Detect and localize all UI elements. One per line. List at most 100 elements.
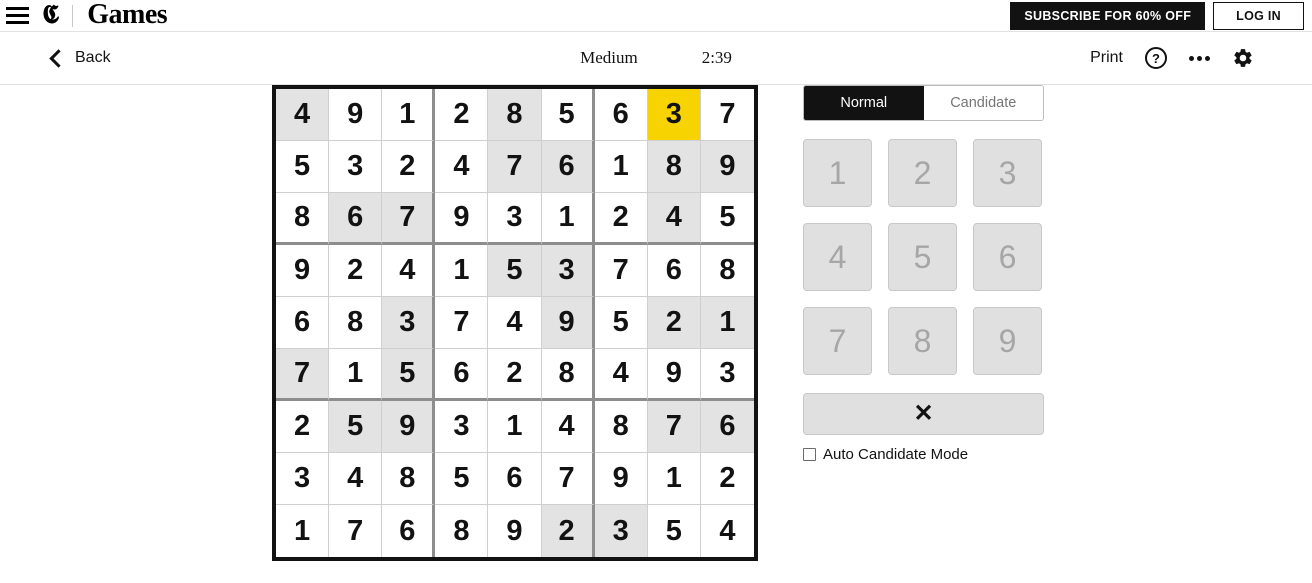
sudoku-cell-r6c3[interactable]: 5 <box>382 349 436 401</box>
sudoku-cell-r8c2[interactable]: 4 <box>329 453 383 505</box>
number-button-7[interactable]: 7 <box>803 307 872 375</box>
sudoku-cell-r5c6[interactable]: 9 <box>541 297 595 349</box>
sudoku-cell-r5c3[interactable]: 3 <box>382 297 436 349</box>
auto-candidate-checkbox[interactable] <box>803 448 816 461</box>
sudoku-cell-r8c5[interactable]: 6 <box>488 453 542 505</box>
sudoku-cell-r3c4[interactable]: 9 <box>435 193 489 245</box>
print-button[interactable]: Print <box>1090 49 1123 67</box>
sudoku-board[interactable]: 4912856375324761898679312459241537686837… <box>272 85 758 561</box>
sudoku-cell-r7c1[interactable]: 2 <box>276 401 330 453</box>
sudoku-cell-r1c9[interactable]: 7 <box>700 89 754 141</box>
sudoku-cell-r1c2[interactable]: 9 <box>329 89 383 141</box>
mode-normal-button[interactable]: Normal <box>804 86 924 120</box>
help-icon[interactable]: ? <box>1145 47 1167 69</box>
sudoku-cell-r4c5[interactable]: 5 <box>488 245 542 297</box>
sudoku-cell-r9c1[interactable]: 1 <box>276 505 330 557</box>
sudoku-cell-r8c6[interactable]: 7 <box>541 453 595 505</box>
sudoku-cell-r8c8[interactable]: 1 <box>647 453 701 505</box>
number-button-8[interactable]: 8 <box>888 307 957 375</box>
sudoku-cell-r4c7[interactable]: 7 <box>594 245 648 297</box>
sudoku-cell-r3c5[interactable]: 3 <box>488 193 542 245</box>
number-button-6[interactable]: 6 <box>973 223 1042 291</box>
sudoku-cell-r7c9[interactable]: 6 <box>700 401 754 453</box>
sudoku-cell-r3c6[interactable]: 1 <box>541 193 595 245</box>
sudoku-cell-r8c4[interactable]: 5 <box>435 453 489 505</box>
sudoku-cell-r5c5[interactable]: 4 <box>488 297 542 349</box>
sudoku-cell-r2c6[interactable]: 6 <box>541 141 595 193</box>
login-button[interactable]: LOG IN <box>1213 2 1304 30</box>
sudoku-cell-r9c9[interactable]: 4 <box>700 505 754 557</box>
sudoku-cell-r5c2[interactable]: 8 <box>329 297 383 349</box>
sudoku-cell-r2c4[interactable]: 4 <box>435 141 489 193</box>
sudoku-cell-r1c7[interactable]: 6 <box>594 89 648 141</box>
sudoku-cell-r1c6[interactable]: 5 <box>541 89 595 141</box>
sudoku-cell-r6c2[interactable]: 1 <box>329 349 383 401</box>
sudoku-cell-r7c3[interactable]: 9 <box>382 401 436 453</box>
sudoku-cell-r9c7[interactable]: 3 <box>594 505 648 557</box>
mode-toggle-group[interactable]: Normal Candidate <box>803 85 1044 121</box>
sudoku-cell-r1c4[interactable]: 2 <box>435 89 489 141</box>
mode-candidate-button[interactable]: Candidate <box>923 86 1043 120</box>
erase-button[interactable]: ✕ <box>803 393 1044 435</box>
sudoku-cell-r7c6[interactable]: 4 <box>541 401 595 453</box>
number-button-2[interactable]: 2 <box>888 139 957 207</box>
sudoku-cell-r7c5[interactable]: 1 <box>488 401 542 453</box>
sudoku-cell-r2c7[interactable]: 1 <box>594 141 648 193</box>
sudoku-cell-r1c1[interactable]: 4 <box>276 89 330 141</box>
sudoku-cell-r6c8[interactable]: 9 <box>647 349 701 401</box>
number-button-9[interactable]: 9 <box>973 307 1042 375</box>
sudoku-cell-r7c8[interactable]: 7 <box>647 401 701 453</box>
sudoku-cell-r9c2[interactable]: 7 <box>329 505 383 557</box>
sudoku-cell-r3c3[interactable]: 7 <box>382 193 436 245</box>
number-pad[interactable]: 123 456 789 <box>803 139 1044 375</box>
sudoku-cell-r1c8[interactable]: 3 <box>647 89 701 141</box>
sudoku-cell-r2c5[interactable]: 7 <box>488 141 542 193</box>
sudoku-cell-r9c3[interactable]: 6 <box>382 505 436 557</box>
number-button-1[interactable]: 1 <box>803 139 872 207</box>
sudoku-cell-r3c1[interactable]: 8 <box>276 193 330 245</box>
sudoku-cell-r9c5[interactable]: 9 <box>488 505 542 557</box>
sudoku-cell-r5c9[interactable]: 1 <box>700 297 754 349</box>
sudoku-cell-r7c7[interactable]: 8 <box>594 401 648 453</box>
more-options-icon[interactable] <box>1189 47 1210 69</box>
sudoku-cell-r4c4[interactable]: 1 <box>435 245 489 297</box>
sudoku-cell-r4c1[interactable]: 9 <box>276 245 330 297</box>
sudoku-cell-r5c4[interactable]: 7 <box>435 297 489 349</box>
subscribe-button[interactable]: SUBSCRIBE FOR 60% OFF <box>1010 2 1206 30</box>
sudoku-cell-r6c6[interactable]: 8 <box>541 349 595 401</box>
games-wordmark[interactable]: Games <box>87 0 167 29</box>
sudoku-cell-r2c3[interactable]: 2 <box>382 141 436 193</box>
sudoku-cell-r8c9[interactable]: 2 <box>700 453 754 505</box>
sudoku-cell-r2c9[interactable]: 9 <box>700 141 754 193</box>
sudoku-cell-r6c4[interactable]: 6 <box>435 349 489 401</box>
auto-candidate-row[interactable]: Auto Candidate Mode <box>803 446 1044 463</box>
sudoku-cell-r3c9[interactable]: 5 <box>700 193 754 245</box>
sudoku-cell-r9c6[interactable]: 2 <box>541 505 595 557</box>
sudoku-cell-r4c3[interactable]: 4 <box>382 245 436 297</box>
sudoku-cell-r6c7[interactable]: 4 <box>594 349 648 401</box>
sudoku-cell-r8c1[interactable]: 3 <box>276 453 330 505</box>
sudoku-cell-r4c2[interactable]: 2 <box>329 245 383 297</box>
sudoku-cell-r1c3[interactable]: 1 <box>382 89 436 141</box>
sudoku-cell-r6c5[interactable]: 2 <box>488 349 542 401</box>
sudoku-cell-r2c2[interactable]: 3 <box>329 141 383 193</box>
sudoku-cell-r2c8[interactable]: 8 <box>647 141 701 193</box>
nyt-t-logo-icon[interactable]: 𝕮 <box>42 1 59 28</box>
sudoku-cell-r5c7[interactable]: 5 <box>594 297 648 349</box>
sudoku-cell-r4c8[interactable]: 6 <box>647 245 701 297</box>
sudoku-cell-r6c9[interactable]: 3 <box>700 349 754 401</box>
sudoku-cell-r5c8[interactable]: 2 <box>647 297 701 349</box>
sudoku-cell-r5c1[interactable]: 6 <box>276 297 330 349</box>
number-button-3[interactable]: 3 <box>973 139 1042 207</box>
hamburger-menu-icon[interactable] <box>6 6 30 26</box>
sudoku-cell-r8c7[interactable]: 9 <box>594 453 648 505</box>
sudoku-cell-r7c4[interactable]: 3 <box>435 401 489 453</box>
sudoku-cell-r3c8[interactable]: 4 <box>647 193 701 245</box>
sudoku-cell-r9c4[interactable]: 8 <box>435 505 489 557</box>
number-button-4[interactable]: 4 <box>803 223 872 291</box>
sudoku-cell-r2c1[interactable]: 5 <box>276 141 330 193</box>
sudoku-cell-r1c5[interactable]: 8 <box>488 89 542 141</box>
sudoku-cell-r4c6[interactable]: 3 <box>541 245 595 297</box>
number-button-5[interactable]: 5 <box>888 223 957 291</box>
sudoku-cell-r8c3[interactable]: 8 <box>382 453 436 505</box>
